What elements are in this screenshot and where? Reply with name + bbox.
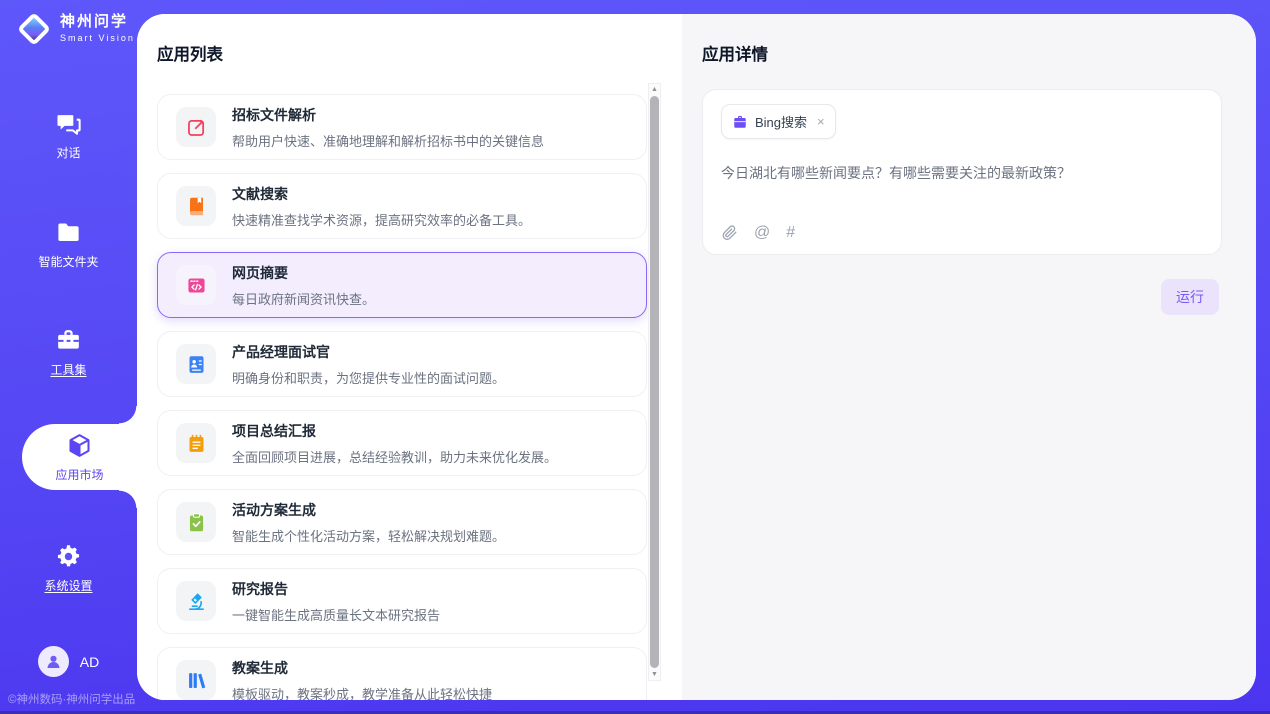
sidebar-item-label: 工具集 — [50, 361, 86, 378]
briefcase-icon — [732, 114, 748, 130]
tool-tag[interactable]: Bing搜索 × — [721, 104, 836, 139]
app-list-item[interactable]: 产品经理面试官明确身份和职责，为您提供专业性的面试问题。 — [157, 331, 647, 397]
mention-icon[interactable]: @ — [754, 225, 770, 241]
app-detail-title: 应用详情 — [682, 14, 1256, 65]
app-card-text: 产品经理面试官明确身份和职责，为您提供专业性的面试问题。 — [232, 342, 505, 387]
query-input[interactable]: 今日湖北有哪些新闻要点？有哪些需要关注的最新政策？ — [721, 163, 1203, 184]
app-card-name: 活动方案生成 — [232, 500, 505, 520]
app-card-text: 教案生成模板驱动，教案秒成，教学准备从此轻松快捷 — [232, 658, 492, 701]
gear-icon — [55, 543, 82, 570]
app-card-name: 网页摘要 — [232, 263, 375, 283]
sidebar-item-folders[interactable]: 智能文件夹 — [0, 219, 137, 270]
app-list: 招标文件解析帮助用户快速、准确地理解和解析招标书中的关键信息文献搜索快速精准查找… — [157, 94, 647, 700]
app-card-name: 项目总结汇报 — [232, 421, 557, 441]
app-list-item[interactable]: 教案生成模板驱动，教案秒成，教学准备从此轻松快捷 — [157, 647, 647, 700]
chat-icon — [55, 110, 82, 137]
query-card: Bing搜索 × 今日湖北有哪些新闻要点？有哪些需要关注的最新政策？ @ # — [702, 89, 1222, 255]
notepad-icon — [176, 423, 216, 463]
sidebar-item-label: 应用市场 — [55, 466, 103, 483]
sidebar: 神州问学 Smart Vision 对话智能文件夹工具集应用市场系统设置 AD … — [0, 0, 137, 714]
app-list-item[interactable]: 招标文件解析帮助用户快速、准确地理解和解析招标书中的关键信息 — [157, 94, 647, 160]
sidebar-item-label: 对话 — [56, 144, 80, 161]
app-card-description: 每日政府新闻资讯快查。 — [232, 289, 375, 308]
app-window: 神州问学 Smart Vision 对话智能文件夹工具集应用市场系统设置 AD … — [0, 0, 1270, 714]
run-button[interactable]: 运行 — [1161, 279, 1219, 315]
sidebar-item-market[interactable]: 应用市场 — [22, 424, 137, 490]
brand-logo-icon — [17, 12, 51, 46]
user-avatar-icon — [38, 646, 69, 677]
app-list-item[interactable]: 文献搜索快速精准查找学术资源，提高研究效率的必备工具。 — [157, 173, 647, 239]
scroll-up-icon[interactable]: ▲ — [651, 86, 658, 93]
sidebar-item-settings[interactable]: 系统设置 — [0, 543, 137, 594]
app-card-text: 文献搜索快速精准查找学术资源，提高研究效率的必备工具。 — [232, 184, 531, 229]
hash-icon[interactable]: # — [786, 225, 795, 241]
app-card-description: 模板驱动，教案秒成，教学准备从此轻松快捷 — [232, 684, 492, 701]
app-card-description: 一键智能生成高质量长文本研究报告 — [232, 605, 440, 624]
app-card-description: 快速精准查找学术资源，提高研究效率的必备工具。 — [232, 210, 531, 229]
app-list-title: 应用列表 — [137, 14, 682, 65]
scroll-down-icon[interactable]: ▼ — [651, 671, 658, 678]
app-card-description: 明确身份和职责，为您提供专业性的面试问题。 — [232, 368, 505, 387]
app-card-text: 网页摘要每日政府新闻资讯快查。 — [232, 263, 375, 308]
sidebar-item-tools[interactable]: 工具集 — [0, 327, 137, 378]
brand-name: 神州问学 — [60, 14, 135, 31]
books-icon — [176, 660, 216, 700]
cube-icon — [66, 432, 93, 459]
content-shell: 应用列表 招标文件解析帮助用户快速、准确地理解和解析招标书中的关键信息文献搜索快… — [137, 14, 1256, 700]
app-list-item[interactable]: 活动方案生成智能生成个性化活动方案，轻松解决规划难题。 — [157, 489, 647, 555]
app-card-name: 研究报告 — [232, 579, 440, 599]
app-list-panel: 应用列表 招标文件解析帮助用户快速、准确地理解和解析招标书中的关键信息文献搜索快… — [137, 14, 682, 700]
tag-close-icon[interactable]: × — [817, 114, 825, 129]
app-card-description: 帮助用户快速、准确地理解和解析招标书中的关键信息 — [232, 131, 544, 150]
app-card-text: 招标文件解析帮助用户快速、准确地理解和解析招标书中的关键信息 — [232, 105, 544, 150]
user-row[interactable]: AD — [0, 646, 137, 677]
app-card-name: 产品经理面试官 — [232, 342, 505, 362]
app-card-name: 文献搜索 — [232, 184, 531, 204]
edit-doc-icon — [176, 107, 216, 147]
clipboard-check-icon — [176, 502, 216, 542]
composer-toolbar: @ # — [721, 224, 795, 241]
folder-icon — [55, 219, 82, 246]
sidebar-item-label: 智能文件夹 — [38, 253, 98, 270]
sidebar-item-label: 系统设置 — [44, 577, 92, 594]
scrollbar[interactable]: ▲ ▼ — [648, 83, 661, 681]
app-card-text: 项目总结汇报全面回顾项目进展，总结经验教训，助力未来优化发展。 — [232, 421, 557, 466]
active-tab-curve — [119, 490, 137, 508]
tool-tag-label: Bing搜索 — [755, 112, 807, 131]
brand-text: 神州问学 Smart Vision — [60, 14, 135, 43]
app-card-text: 研究报告一键智能生成高质量长文本研究报告 — [232, 579, 440, 624]
app-list-item[interactable]: 网页摘要每日政府新闻资讯快查。 — [157, 252, 647, 318]
sidebar-item-chat[interactable]: 对话 — [0, 110, 137, 161]
user-label: AD — [80, 654, 99, 670]
web-code-icon — [176, 265, 216, 305]
toolbox-icon — [55, 327, 82, 354]
book-icon — [176, 186, 216, 226]
app-detail-panel: 应用详情 Bing搜索 × 今日湖北有哪些新闻要点？有哪些需要关注的最新政策？ … — [682, 14, 1256, 700]
app-list-item[interactable]: 项目总结汇报全面回顾项目进展，总结经验教训，助力未来优化发展。 — [157, 410, 647, 476]
app-card-description: 全面回顾项目进展，总结经验教训，助力未来优化发展。 — [232, 447, 557, 466]
scrollbar-thumb[interactable] — [650, 96, 659, 668]
app-card-text: 活动方案生成智能生成个性化活动方案，轻松解决规划难题。 — [232, 500, 505, 545]
app-list-item[interactable]: 研究报告一键智能生成高质量长文本研究报告 — [157, 568, 647, 634]
app-card-description: 智能生成个性化活动方案，轻松解决规划难题。 — [232, 526, 505, 545]
brand: 神州问学 Smart Vision — [18, 13, 135, 45]
microscope-icon — [176, 581, 216, 621]
app-card-name: 招标文件解析 — [232, 105, 544, 125]
app-card-name: 教案生成 — [232, 658, 492, 678]
brand-subtitle: Smart Vision — [60, 34, 135, 44]
active-tab-curve — [119, 406, 137, 424]
resume-icon — [176, 344, 216, 384]
run-row: 运行 — [682, 279, 1219, 315]
attachment-icon[interactable] — [721, 224, 738, 241]
